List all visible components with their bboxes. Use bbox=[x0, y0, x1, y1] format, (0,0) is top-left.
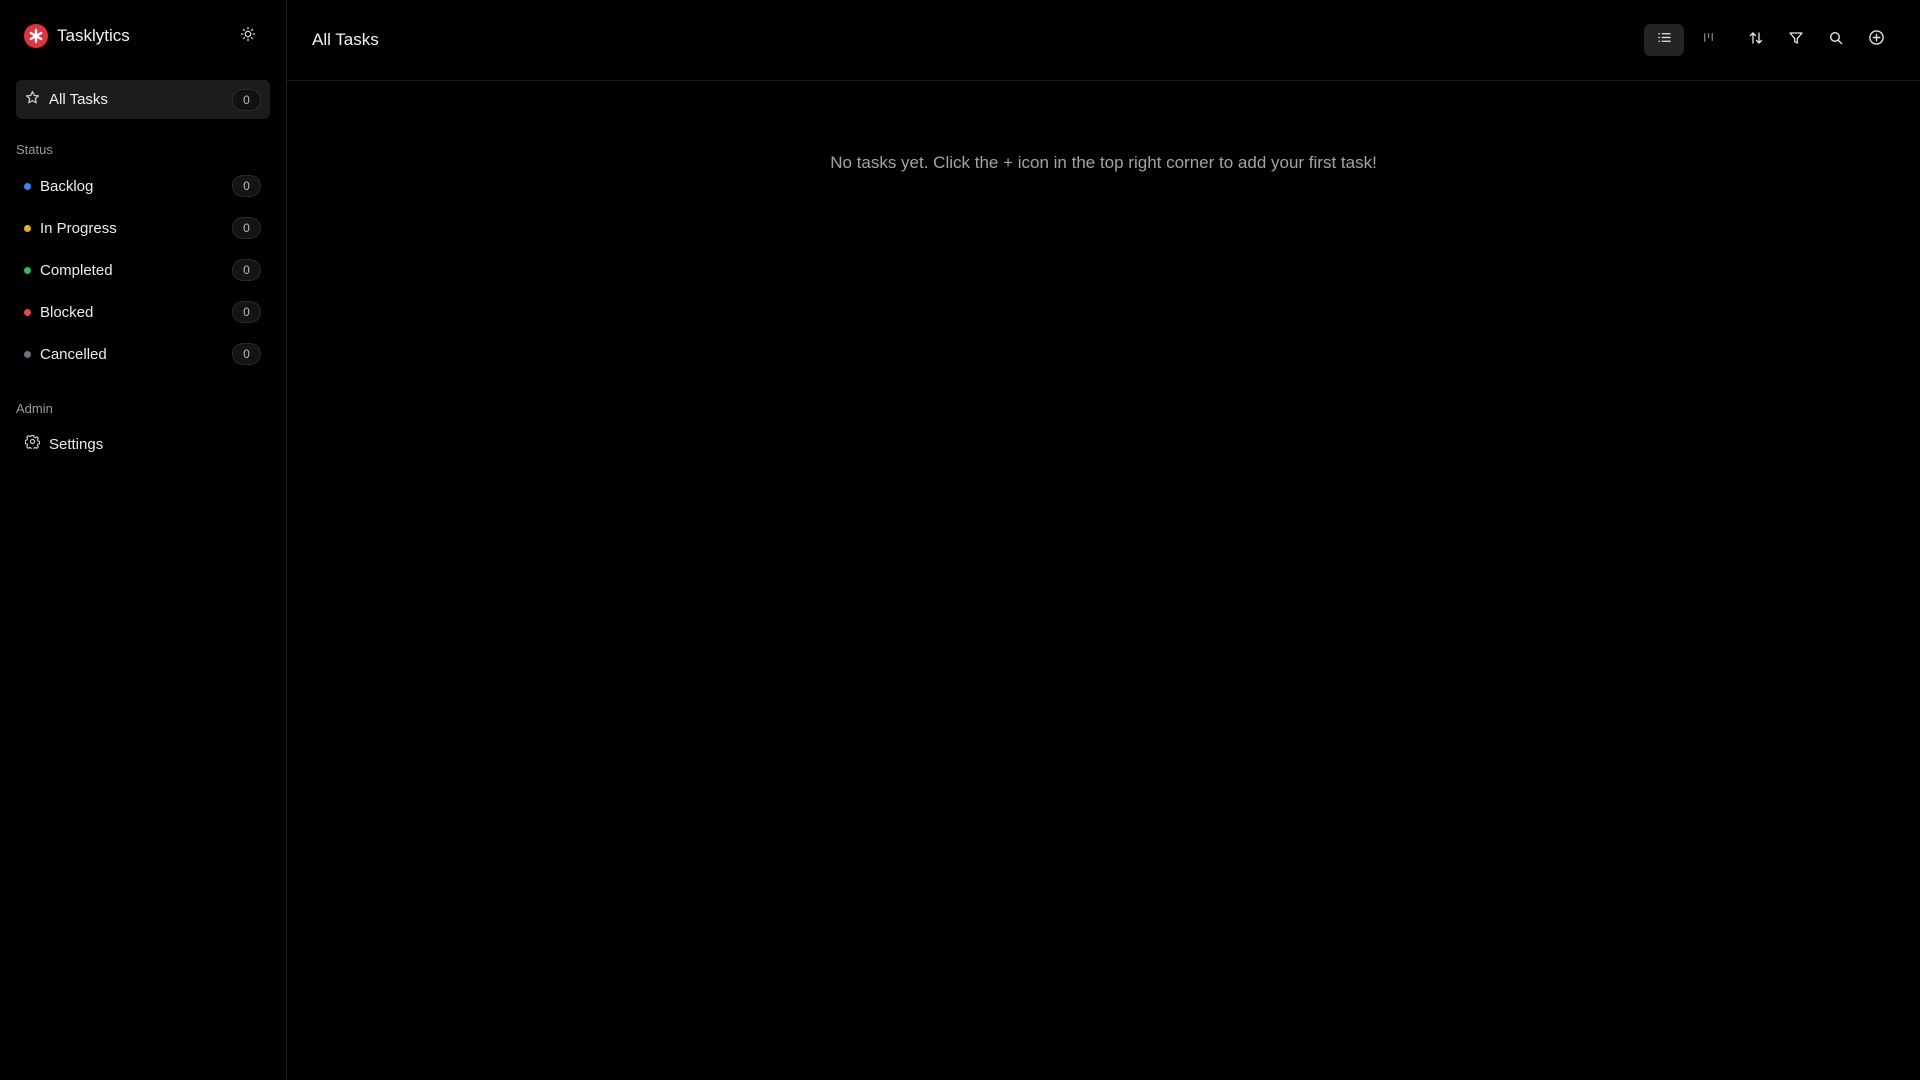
kanban-icon bbox=[1701, 30, 1716, 50]
list-view-button[interactable] bbox=[1644, 24, 1684, 56]
sidebar-item-all-tasks[interactable]: All Tasks 0 bbox=[16, 80, 270, 119]
count-badge: 0 bbox=[232, 343, 261, 365]
asterisk-logo-icon bbox=[24, 24, 48, 48]
header: All Tasks bbox=[287, 0, 1920, 81]
sidebar-item-settings[interactable]: Settings bbox=[16, 424, 270, 464]
status-dot bbox=[24, 350, 31, 358]
theme-toggle-button[interactable] bbox=[236, 24, 260, 48]
count-badge: 0 bbox=[232, 88, 261, 111]
sidebar-item-backlog[interactable]: Backlog 0 bbox=[16, 165, 270, 207]
status-dot bbox=[24, 308, 31, 316]
count-badge: 0 bbox=[232, 175, 261, 197]
list-icon bbox=[1657, 30, 1672, 50]
filter-button[interactable] bbox=[1776, 24, 1816, 56]
empty-state-message: No tasks yet. Click the + icon in the to… bbox=[830, 153, 1377, 172]
status-dot bbox=[24, 182, 31, 190]
sidebar-item-label: Completed bbox=[40, 261, 113, 279]
sidebar-item-label: In Progress bbox=[40, 219, 117, 237]
sidebar: Tasklytics All Tasks 0 Status Backlog 0 … bbox=[0, 0, 287, 1080]
star-icon bbox=[25, 90, 40, 110]
plus-circle-icon bbox=[1868, 29, 1885, 51]
sidebar-item-label: Blocked bbox=[40, 303, 94, 321]
status-dot bbox=[24, 224, 31, 232]
board-view-button[interactable] bbox=[1688, 24, 1728, 56]
sort-arrows-icon bbox=[1748, 30, 1764, 51]
page-title: All Tasks bbox=[312, 30, 379, 49]
brand[interactable]: Tasklytics bbox=[16, 0, 270, 72]
sidebar-item-label: Backlog bbox=[40, 177, 94, 195]
filter-icon bbox=[1788, 30, 1804, 51]
main-content: All Tasks No tasks yet. Click the + icon… bbox=[287, 0, 1920, 1080]
count-badge: 0 bbox=[232, 301, 261, 323]
status-dot bbox=[24, 266, 31, 274]
sidebar-item-label: Cancelled bbox=[40, 345, 107, 363]
toolbar bbox=[1644, 24, 1896, 56]
sidebar-item-completed[interactable]: Completed 0 bbox=[16, 249, 270, 291]
sidebar-item-label: All Tasks bbox=[49, 91, 108, 108]
sun-icon bbox=[240, 26, 256, 47]
sidebar-item-blocked[interactable]: Blocked 0 bbox=[16, 291, 270, 333]
gear-icon bbox=[24, 434, 41, 454]
search-icon bbox=[1828, 30, 1844, 51]
sort-button[interactable] bbox=[1736, 24, 1776, 56]
sidebar-item-cancelled[interactable]: Cancelled 0 bbox=[16, 333, 270, 375]
sidebar-item-in-progress[interactable]: In Progress 0 bbox=[16, 207, 270, 249]
count-badge: 0 bbox=[232, 217, 261, 239]
search-button[interactable] bbox=[1816, 24, 1856, 56]
app-name: Tasklytics bbox=[57, 26, 130, 45]
status-section-heading: Status bbox=[16, 142, 53, 157]
admin-section-heading: Admin bbox=[16, 401, 53, 416]
count-badge: 0 bbox=[232, 259, 261, 281]
add-task-button[interactable] bbox=[1856, 24, 1896, 56]
sidebar-item-label: Settings bbox=[49, 435, 104, 453]
app-root: Tasklytics All Tasks 0 Status Backlog 0 … bbox=[0, 0, 1920, 1080]
